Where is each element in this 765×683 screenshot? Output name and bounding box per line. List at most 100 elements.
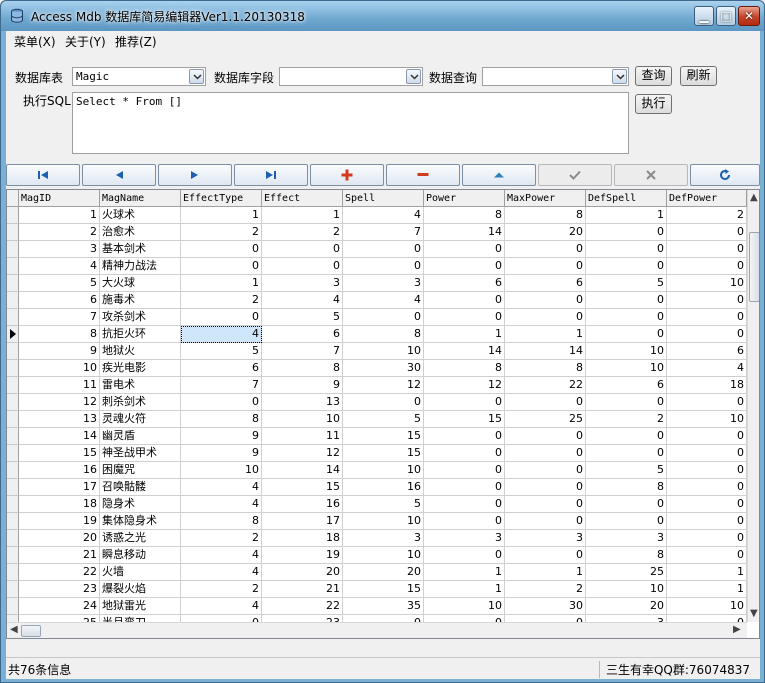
row-indicator[interactable] bbox=[7, 428, 19, 445]
cell-magid[interactable]: 10 bbox=[19, 360, 100, 377]
row-indicator[interactable] bbox=[7, 479, 19, 496]
nav-first-button[interactable] bbox=[6, 164, 80, 186]
cell-spell[interactable]: 7 bbox=[343, 224, 424, 241]
cell-power[interactable]: 15 bbox=[424, 411, 505, 428]
cell-defpower[interactable]: 0 bbox=[667, 445, 747, 462]
cell-maxpower[interactable]: 30 bbox=[505, 598, 586, 615]
cell-effect[interactable]: 12 bbox=[262, 445, 343, 462]
cell-defpower[interactable]: 0 bbox=[667, 530, 747, 547]
cell-magid[interactable]: 23 bbox=[19, 581, 100, 598]
table-row[interactable]: 19 集体隐身术 8 17 10 0 0 0 0 bbox=[7, 513, 747, 530]
table-row[interactable]: 2 治愈术 2 2 7 14 20 0 0 bbox=[7, 224, 747, 241]
row-indicator[interactable] bbox=[7, 258, 19, 275]
cell-maxpower[interactable]: 22 bbox=[505, 377, 586, 394]
table-row[interactable]: 18 隐身术 4 16 5 0 0 0 0 bbox=[7, 496, 747, 513]
nav-insert-button[interactable] bbox=[310, 164, 384, 186]
data-grid[interactable]: MagID MagName EffectType Effect Spell Power Ma… bbox=[6, 189, 760, 639]
cell-defspell[interactable]: 20 bbox=[586, 598, 667, 615]
cell-spell[interactable]: 10 bbox=[343, 513, 424, 530]
cell-spell[interactable]: 0 bbox=[343, 309, 424, 326]
cell-effect[interactable]: 16 bbox=[262, 496, 343, 513]
cell-defspell[interactable]: 5 bbox=[586, 275, 667, 292]
cell-maxpower[interactable]: 0 bbox=[505, 292, 586, 309]
row-indicator[interactable] bbox=[7, 564, 19, 581]
cell-defpower[interactable]: 0 bbox=[667, 326, 747, 343]
cell-effect[interactable]: 13 bbox=[262, 394, 343, 411]
cell-power[interactable]: 8 bbox=[424, 207, 505, 224]
cell-effect[interactable]: 17 bbox=[262, 513, 343, 530]
cell-defspell[interactable]: 3 bbox=[586, 530, 667, 547]
row-indicator[interactable] bbox=[7, 224, 19, 241]
cell-defpower[interactable]: 0 bbox=[667, 462, 747, 479]
cell-defspell[interactable]: 0 bbox=[586, 496, 667, 513]
cell-maxpower[interactable]: 0 bbox=[505, 462, 586, 479]
cell-effecttype[interactable]: 4 bbox=[181, 598, 262, 615]
cell-defspell[interactable]: 0 bbox=[586, 394, 667, 411]
cell-spell[interactable]: 15 bbox=[343, 428, 424, 445]
cell-effect[interactable]: 22 bbox=[262, 598, 343, 615]
column-header-effect[interactable]: Effect bbox=[262, 190, 343, 207]
cell-effect[interactable]: 4 bbox=[262, 292, 343, 309]
menu-item-menu[interactable]: 菜单(X) bbox=[14, 33, 56, 50]
cell-maxpower[interactable]: 0 bbox=[505, 479, 586, 496]
cell-maxpower[interactable]: 0 bbox=[505, 241, 586, 258]
table-row[interactable]: 22 火墙 4 20 20 1 1 25 1 bbox=[7, 564, 747, 581]
menu-item-recommend[interactable]: 推荐(Z) bbox=[115, 33, 157, 50]
row-indicator[interactable] bbox=[7, 207, 19, 224]
table-row[interactable]: 10 疾光电影 6 8 30 8 8 10 4 bbox=[7, 360, 747, 377]
table-row[interactable]: 17 召唤骷髅 4 15 16 0 0 8 0 bbox=[7, 479, 747, 496]
column-header-power[interactable]: Power bbox=[424, 190, 505, 207]
table-row[interactable]: 4 精神力战法 0 0 0 0 0 0 0 bbox=[7, 258, 747, 275]
row-indicator[interactable] bbox=[7, 309, 19, 326]
cell-magid[interactable]: 4 bbox=[19, 258, 100, 275]
table-row[interactable]: 11 雷电术 7 9 12 12 22 6 18 bbox=[7, 377, 747, 394]
cell-maxpower[interactable]: 20 bbox=[505, 224, 586, 241]
cell-effect[interactable]: 8 bbox=[262, 360, 343, 377]
row-indicator[interactable] bbox=[7, 360, 19, 377]
query-select[interactable] bbox=[482, 67, 629, 86]
cell-maxpower[interactable]: 0 bbox=[505, 428, 586, 445]
cell-spell[interactable]: 10 bbox=[343, 547, 424, 564]
cell-power[interactable]: 1 bbox=[424, 581, 505, 598]
cell-defspell[interactable]: 5 bbox=[586, 462, 667, 479]
cell-magid[interactable]: 24 bbox=[19, 598, 100, 615]
cell-effecttype[interactable]: 4 bbox=[181, 547, 262, 564]
table-row[interactable]: 13 灵魂火符 8 10 5 15 25 2 10 bbox=[7, 411, 747, 428]
cell-maxpower[interactable]: 1 bbox=[505, 564, 586, 581]
table-row[interactable]: 8 抗拒火环 4 6 8 1 1 0 0 bbox=[7, 326, 747, 343]
cell-power[interactable]: 0 bbox=[424, 513, 505, 530]
scroll-up-icon[interactable]: ▲ bbox=[750, 192, 758, 203]
cell-effecttype[interactable]: 1 bbox=[181, 275, 262, 292]
cell-power[interactable]: 0 bbox=[424, 258, 505, 275]
cell-effect[interactable]: 10 bbox=[262, 411, 343, 428]
row-indicator[interactable] bbox=[7, 241, 19, 258]
cell-effecttype[interactable]: 10 bbox=[181, 462, 262, 479]
minimize-button[interactable]: ▁ bbox=[694, 6, 714, 26]
column-header-defspell[interactable]: DefSpell bbox=[586, 190, 667, 207]
cell-power[interactable]: 0 bbox=[424, 445, 505, 462]
cell-maxpower[interactable]: 0 bbox=[505, 309, 586, 326]
cell-magname[interactable]: 幽灵盾 bbox=[100, 428, 181, 445]
cell-magid[interactable]: 22 bbox=[19, 564, 100, 581]
column-header-effecttype[interactable]: EffectType bbox=[181, 190, 262, 207]
cell-defpower[interactable]: 1 bbox=[667, 564, 747, 581]
cell-magname[interactable]: 精神力战法 bbox=[100, 258, 181, 275]
cell-effect[interactable]: 5 bbox=[262, 309, 343, 326]
column-header-magid[interactable]: MagID bbox=[19, 190, 100, 207]
cell-magname[interactable]: 疾光电影 bbox=[100, 360, 181, 377]
cell-maxpower[interactable]: 0 bbox=[505, 496, 586, 513]
row-indicator[interactable] bbox=[7, 445, 19, 462]
cell-power[interactable]: 12 bbox=[424, 377, 505, 394]
cell-effecttype[interactable]: 1 bbox=[181, 207, 262, 224]
cell-maxpower[interactable]: 14 bbox=[505, 343, 586, 360]
cell-magid[interactable]: 17 bbox=[19, 479, 100, 496]
cell-defspell[interactable]: 2 bbox=[586, 411, 667, 428]
cell-effect[interactable]: 15 bbox=[262, 479, 343, 496]
scroll-right-icon[interactable]: ▶ bbox=[733, 624, 741, 635]
cell-effect[interactable]: 11 bbox=[262, 428, 343, 445]
cell-defpower[interactable]: 0 bbox=[667, 394, 747, 411]
cell-spell[interactable]: 10 bbox=[343, 462, 424, 479]
cell-defspell[interactable]: 6 bbox=[586, 377, 667, 394]
table-row[interactable]: 24 地狱雷光 4 22 35 10 30 20 10 bbox=[7, 598, 747, 615]
cell-defpower[interactable]: 4 bbox=[667, 360, 747, 377]
